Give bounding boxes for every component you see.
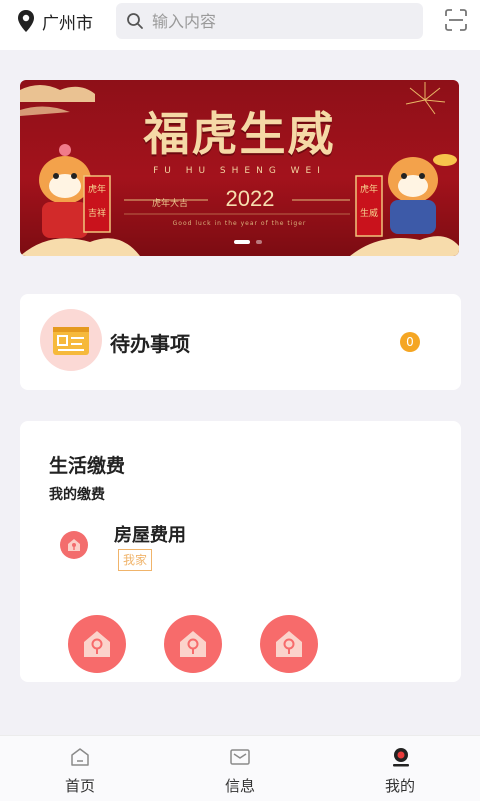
search-input[interactable] — [150, 10, 414, 32]
top-bar: 广州市 — [0, 0, 480, 50]
promo-banner[interactable]: 虎年 吉祥 虎年 生威 福虎生威 FU HU SHENG WEI 虎年大吉 20… — [20, 80, 459, 256]
nav-label-home: 首页 — [64, 777, 95, 795]
house-icon — [276, 631, 302, 657]
left-scroll-text-1: 虎年 — [88, 183, 106, 195]
nav-item-home[interactable]: 首页 — [0, 736, 160, 801]
home-icon — [71, 748, 89, 766]
search-bar[interactable] — [116, 3, 423, 39]
right-scroll-text-1: 虎年 — [360, 183, 378, 195]
scan-icon[interactable] — [444, 8, 468, 32]
right-scroll-text-2: 生威 — [360, 207, 378, 219]
left-scroll-text-2: 吉祥 — [88, 207, 106, 219]
house-fee-title[interactable]: 房屋费用 — [114, 521, 186, 547]
carousel-dot[interactable] — [256, 240, 262, 244]
todo-card[interactable]: 待办事项 0 — [20, 294, 461, 390]
nav-item-messages[interactable]: 信息 — [160, 736, 320, 801]
carousel-dot-active[interactable] — [234, 240, 250, 244]
house-fee-tag: 我家 — [118, 549, 153, 571]
banner-left-text: 虎年大吉 — [152, 199, 189, 209]
house-icon-button[interactable] — [164, 615, 222, 673]
nav-item-profile[interactable]: 我的 — [320, 736, 480, 801]
banner-year: 2022 — [225, 186, 275, 211]
location-label: 广州市 — [42, 13, 93, 34]
location-pin-icon — [18, 10, 34, 32]
house-icon-button[interactable] — [260, 615, 318, 673]
bottom-nav: 首页 信息 我的 — [0, 735, 480, 801]
payment-card: 生活缴费 我的缴费 房屋费用 我家 — [20, 421, 461, 682]
todo-avatar — [40, 309, 102, 371]
banner-tagline: Good luck in the year of the tiger — [172, 220, 307, 227]
banner-subtitle: FU HU SHENG WEI — [153, 166, 326, 176]
house-icon-button[interactable] — [68, 615, 126, 673]
house-fee-icon[interactable] — [60, 531, 88, 559]
todo-label: 待办事项 — [110, 332, 190, 356]
banner-title: 福虎生威 — [143, 107, 336, 161]
payment-title: 生活缴费 — [49, 455, 126, 477]
carousel-indicator — [234, 240, 262, 244]
mail-icon — [230, 749, 250, 765]
payment-subtitle: 我的缴费 — [49, 487, 105, 503]
todo-count-badge: 0 — [400, 332, 420, 352]
house-icon — [180, 631, 206, 657]
nav-label-profile: 我的 — [384, 777, 415, 795]
profile-icon — [393, 748, 409, 767]
house-icon — [84, 631, 110, 657]
nav-label-messages: 信息 — [224, 777, 255, 795]
location-selector[interactable]: 广州市 — [16, 8, 93, 34]
todo-list-icon — [53, 327, 89, 355]
search-icon — [127, 13, 143, 29]
